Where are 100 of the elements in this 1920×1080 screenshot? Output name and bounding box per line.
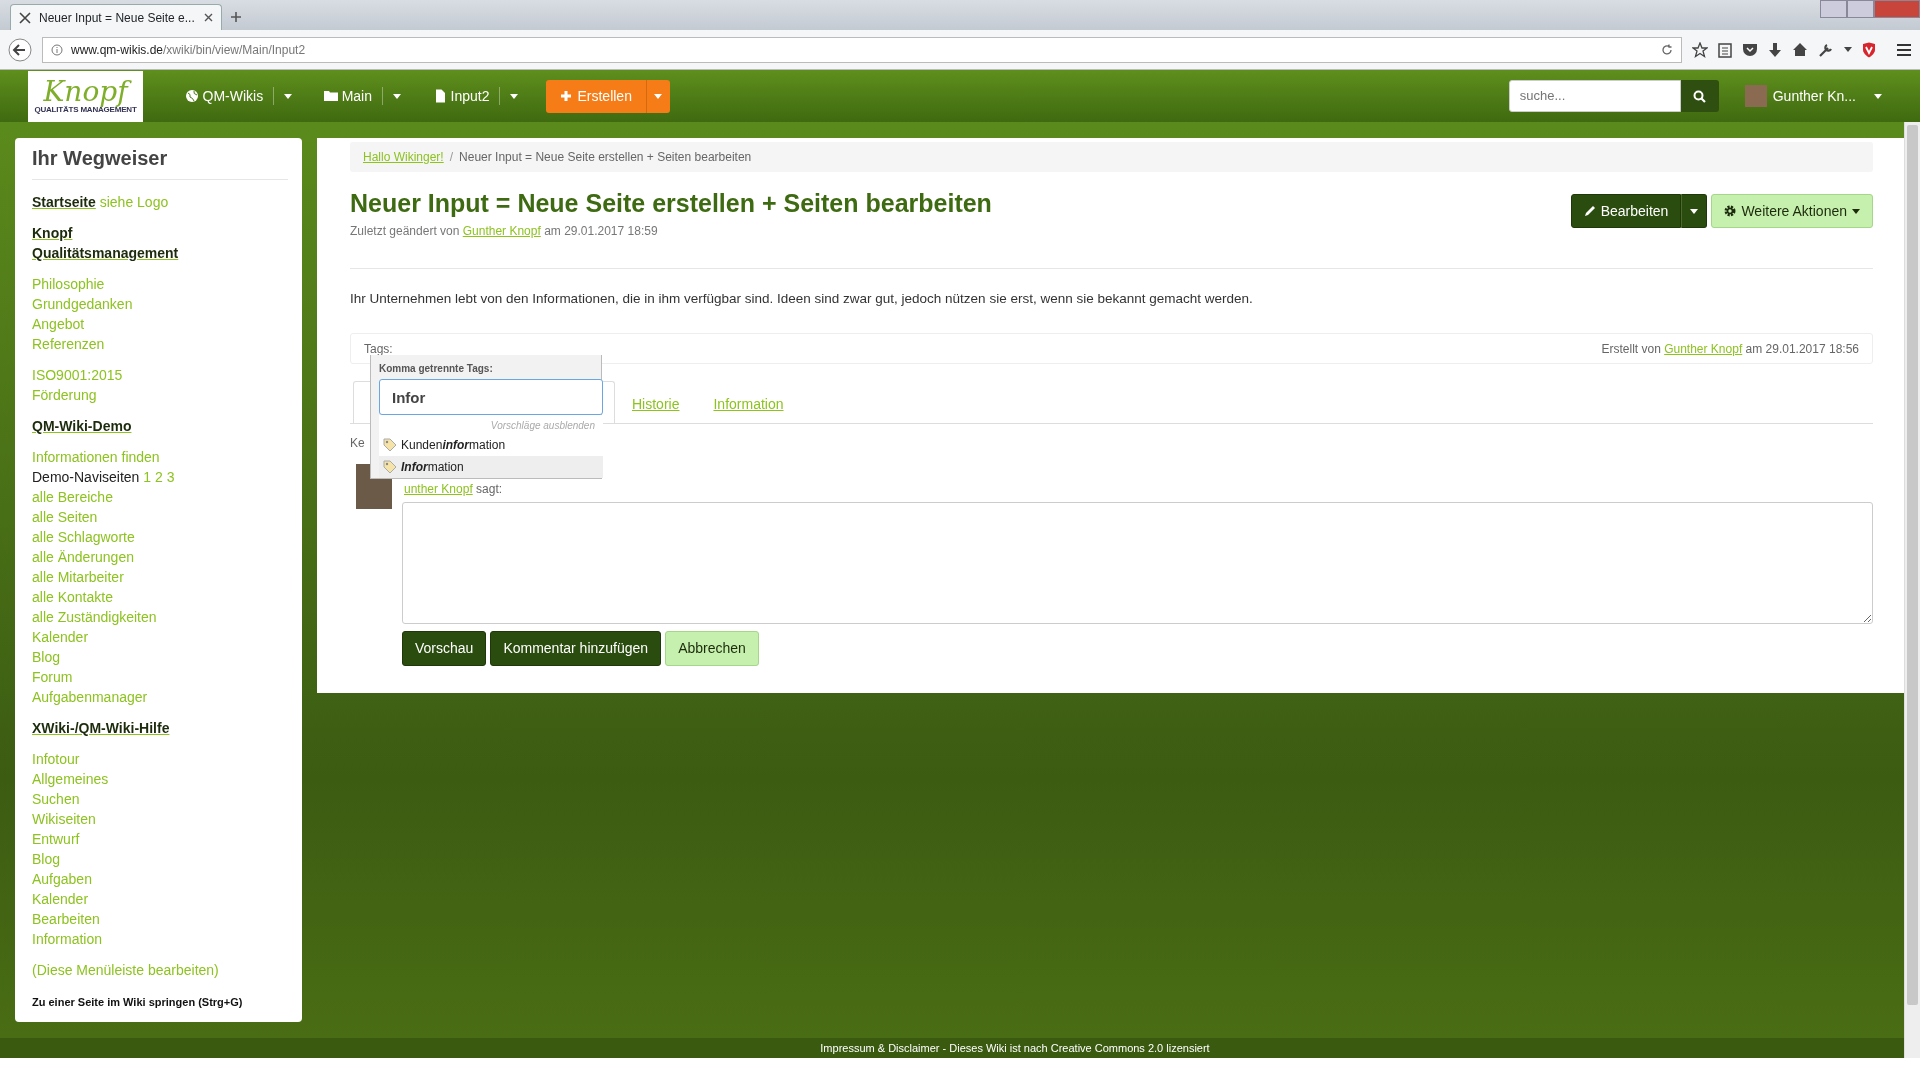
author-link[interactable]: unther Knopf <box>404 482 473 497</box>
nav-menu[interactable]: Main <box>324 85 372 107</box>
created-text: Erstellt von Gunther Knopf am 29.01.2017 18:56 <box>1601 340 1859 358</box>
sidebar-link[interactable]: Kalender <box>32 629 89 645</box>
sidebar-link[interactable]: Referenzen <box>32 336 105 352</box>
nav-menu[interactable]: QM-Wikis <box>185 85 264 107</box>
sidebar-heading[interactable]: XWiki-/QM-Wiki-Hilfe <box>32 720 170 736</box>
sidebar-link[interactable]: siehe Logo <box>99 194 169 210</box>
sidebar-link[interactable]: Bearbeiten <box>32 911 100 927</box>
shield-icon[interactable] <box>1862 41 1876 58</box>
breadcrumb-separator: / <box>449 149 454 166</box>
sidebar-link[interactable]: Aufgaben <box>32 871 92 887</box>
menu-icon[interactable] <box>1896 42 1912 57</box>
sidebar-link[interactable]: 2 <box>154 469 163 485</box>
comment-action-button[interactable]: Abbrechen <box>665 631 759 667</box>
breadcrumb-current: Neuer Input = Neue Seite erstellen + Seiten bearbeiten <box>459 149 752 166</box>
pencil-icon <box>1583 205 1596 217</box>
tag-suggestion[interactable]: Kundeninformation <box>379 434 603 457</box>
sidebar-heading[interactable]: Knopf <box>32 225 73 241</box>
wrench-icon[interactable] <box>1818 41 1834 58</box>
says-text: sagt: <box>476 482 503 497</box>
sidebar-link[interactable]: alle Zuständigkeiten <box>32 609 157 625</box>
caret-icon[interactable] <box>510 93 519 99</box>
clipboard-icon[interactable] <box>1718 41 1732 58</box>
star-icon[interactable] <box>1692 41 1708 58</box>
sidebar-link[interactable]: (Diese Menüleiste bearbeiten) <box>32 962 219 978</box>
author-link[interactable]: Gunther Knopf <box>1664 341 1743 356</box>
browser-tab[interactable]: Neuer Input = Neue Seite e... <box>10 4 222 30</box>
nav-menu[interactable]: Input2 <box>433 85 490 107</box>
create-dropdown-button[interactable] <box>645 79 670 113</box>
new-tab-icon[interactable] <box>230 11 242 23</box>
caret-icon[interactable] <box>393 93 401 99</box>
sidebar-link[interactable]: alle Kontakte <box>32 589 113 605</box>
sidebar-link[interactable]: Angebot <box>32 316 85 332</box>
search-button[interactable] <box>1680 80 1719 112</box>
content-tab[interactable]: Information <box>696 381 801 424</box>
comment-field[interactable] <box>402 502 1873 625</box>
sidebar-link[interactable]: alle Bereiche <box>32 489 113 505</box>
reload-icon[interactable] <box>1661 43 1673 56</box>
file-icon <box>433 89 447 103</box>
sidebar-link[interactable]: Infotour <box>32 751 80 767</box>
sidebar-link[interactable]: Informationen finden <box>32 449 160 465</box>
sidebar-heading[interactable]: QM-Wiki-Demo <box>32 418 132 434</box>
sidebar-title: Ihr Wegweiser <box>32 146 288 180</box>
content-tab[interactable]: Historie <box>615 381 697 424</box>
info-icon[interactable] <box>51 43 63 56</box>
sidebar-link[interactable]: Aufgabenmanager <box>32 689 148 705</box>
pocket-icon[interactable] <box>1742 42 1758 57</box>
caret-icon[interactable] <box>1844 47 1852 52</box>
create-button[interactable]: Erstellen <box>546 79 646 113</box>
search-field[interactable]: suche... <box>1508 80 1681 112</box>
sidebar-link[interactable]: Forum <box>32 669 73 685</box>
breadcrumb-link[interactable]: Hallo Wikinger! <box>363 148 444 166</box>
home-icon[interactable] <box>1792 42 1808 57</box>
tab-favicon-icon <box>19 11 31 24</box>
footer-text: Impressum & Disclaimer - Dieses Wiki ist nach Creative Commons 2.0 lizensiert <box>820 1042 1210 1054</box>
download-icon[interactable] <box>1768 41 1782 58</box>
sidebar-link[interactable]: Blog <box>32 851 61 867</box>
edit-button[interactable]: Bearbeiten <box>1570 194 1682 228</box>
sidebar-link[interactable]: Wikiseiten <box>32 811 96 827</box>
sidebar-link[interactable]: Information <box>32 931 103 947</box>
gear-icon <box>1724 205 1737 217</box>
logo[interactable]: Knopf QUALITÄTS MANAGEMENT <box>28 70 143 122</box>
address-bar[interactable]: www.qm-wikis.de/xwiki/bin/view/Main/Input2 <box>42 36 1682 63</box>
more-actions-button[interactable]: Weitere Aktionen <box>1711 194 1873 228</box>
sidebar-text: Demo-Naviseiten <box>32 469 140 485</box>
caret-icon <box>654 93 663 99</box>
sidebar-link[interactable]: 1 <box>143 469 152 485</box>
sidebar-link[interactable]: Allgemeines <box>32 771 109 787</box>
sidebar-heading[interactable]: Qualitätsmanagement <box>32 245 179 261</box>
url-domain: www.qm-wikis.de <box>71 42 163 57</box>
sidebar-link[interactable]: Kalender <box>32 891 89 907</box>
sidebar-link[interactable]: Grundgedanken <box>32 296 133 312</box>
tag-input-field[interactable]: Infor <box>379 379 603 416</box>
user-name[interactable]: Gunther Kn... <box>1772 85 1856 107</box>
sidebar-heading[interactable]: Startseite <box>32 194 96 210</box>
author-link[interactable]: Gunther Knopf <box>462 224 541 238</box>
sidebar-link[interactable]: Blog <box>32 649 61 665</box>
tag-suggestion[interactable]: Information <box>379 456 603 479</box>
scrollbar[interactable] <box>1904 122 1920 1058</box>
sidebar-link[interactable]: Entwurf <box>32 831 80 847</box>
caret-icon[interactable] <box>284 93 293 99</box>
caret-icon[interactable] <box>1874 93 1882 99</box>
sidebar-link[interactable]: Suchen <box>32 791 80 807</box>
edit-dropdown-button[interactable] <box>1681 194 1708 228</box>
sidebar-link[interactable]: ISO9001:2015 <box>32 367 123 383</box>
tags-label: Tags: <box>364 340 393 358</box>
comment-action-button[interactable]: Vorschau <box>402 631 487 667</box>
comment-action-button[interactable]: Kommentar hinzufügen <box>490 631 662 667</box>
hide-suggestions-link[interactable]: Vorschläge ausblenden <box>379 415 603 435</box>
sidebar-link[interactable]: Förderung <box>32 387 97 403</box>
close-icon[interactable] <box>204 13 213 22</box>
sidebar-link[interactable]: alle Änderungen <box>32 549 134 565</box>
tab-title: Neuer Input = Neue Seite e... <box>39 9 196 27</box>
back-icon[interactable] <box>8 37 32 62</box>
sidebar-link[interactable]: 3 <box>166 469 175 485</box>
sidebar-link[interactable]: alle Seiten <box>32 509 98 525</box>
sidebar-link[interactable]: Philosophie <box>32 276 105 292</box>
sidebar-link[interactable]: alle Schlagworte <box>32 529 135 545</box>
sidebar-link[interactable]: alle Mitarbeiter <box>32 569 124 585</box>
